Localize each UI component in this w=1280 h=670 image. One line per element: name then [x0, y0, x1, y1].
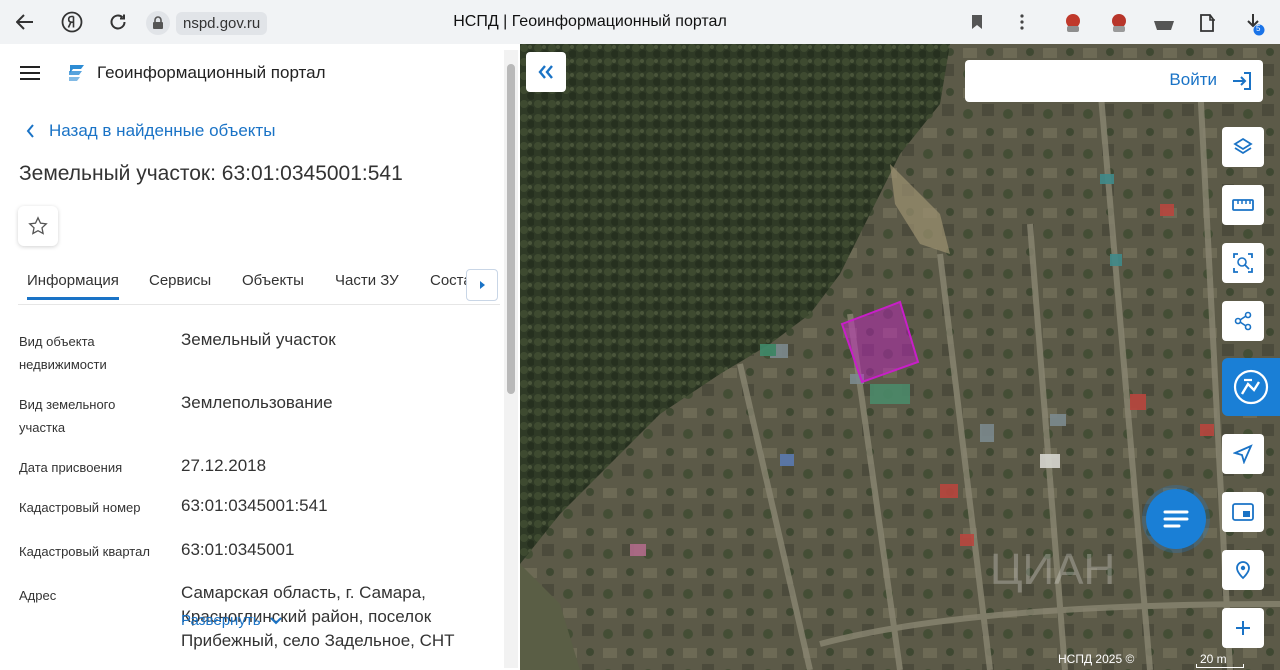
row-label-assigned-date: Дата присвоения: [19, 460, 123, 475]
share-icon: [1234, 311, 1252, 331]
app-title[interactable]: Геоинформационный портал: [97, 63, 326, 83]
plus-icon: [1236, 621, 1250, 635]
layers-icon: [1233, 137, 1253, 155]
tab-parts[interactable]: Части ЗУ: [335, 272, 399, 289]
lock-icon: [146, 11, 170, 35]
navigation-arrow-icon: [1233, 444, 1253, 464]
expand-link[interactable]: Развернуть: [181, 612, 282, 629]
chevron-down-icon: [269, 617, 282, 625]
tab-information[interactable]: Информация: [27, 272, 119, 300]
map-copyright[interactable]: НСПД 2025 ©: [1058, 652, 1134, 666]
login-button-label[interactable]: Войти: [1169, 70, 1217, 90]
extension-icon[interactable]: [1153, 12, 1175, 34]
yandex-icon[interactable]: [59, 9, 85, 35]
row-label-cadastral-number: Кадастровый номер: [19, 500, 141, 515]
downloads-badge: 5: [1256, 24, 1261, 33]
collapse-panel-button[interactable]: [526, 52, 566, 92]
login-icon[interactable]: [1231, 70, 1253, 92]
map-scale-bar: [1196, 664, 1244, 668]
download-icon[interactable]: 5: [1244, 12, 1266, 36]
menu-icon[interactable]: [20, 66, 40, 80]
tabs-scroll-right-button[interactable]: [466, 269, 498, 301]
area-select-button[interactable]: [1222, 243, 1264, 283]
browser-toolbar: nspd.gov.ru НСПД | Геоинформационный пор…: [0, 0, 1280, 45]
star-icon: [28, 216, 48, 235]
svg-text:ЦИАН: ЦИАН: [990, 545, 1115, 594]
back-arrow-icon[interactable]: [12, 9, 38, 35]
zoom-in-button[interactable]: [1222, 608, 1264, 648]
info-panel: Геоинформационный портал Назад в найденн…: [0, 44, 520, 670]
row-value-cadastral-quarter: 63:01:0345001: [181, 540, 295, 559]
minimap-icon: [1232, 503, 1254, 521]
back-link-label: Назад в найденные объекты: [49, 121, 276, 140]
row-label-object-type: Вид объекта недвижимости: [19, 334, 107, 372]
picture-in-picture-button[interactable]: [1222, 492, 1264, 532]
url-domain[interactable]: nspd.gov.ru: [176, 11, 268, 35]
extension-icon[interactable]: [1198, 12, 1220, 34]
extension-icon[interactable]: [1108, 12, 1130, 34]
row-value-land-type: Землепользование: [181, 393, 333, 412]
back-to-results-link[interactable]: Назад в найденные объекты: [26, 121, 275, 141]
address-bar[interactable]: nspd.gov.ru: [146, 10, 268, 36]
share-button[interactable]: [1222, 301, 1264, 341]
scrollbar-thumb[interactable]: [507, 64, 515, 394]
chat-menu-icon: [1163, 510, 1189, 528]
portal-logo-icon[interactable]: [66, 63, 88, 83]
layers-button[interactable]: [1222, 127, 1264, 167]
extension-icon[interactable]: [1062, 12, 1084, 34]
tab-bar: Информация Сервисы Объекты Части ЗУ Сост…: [18, 266, 500, 305]
row-label-cadastral-quarter: Кадастровый квартал: [19, 544, 150, 559]
locate-me-button[interactable]: [1222, 434, 1264, 474]
row-value-cadastral-number: 63:01:0345001:541: [181, 496, 328, 515]
satellite-map[interactable]: ЦИАН: [520, 44, 1280, 670]
tab-objects[interactable]: Объекты: [242, 272, 304, 289]
object-title: Земельный участок: 63:01:0345001:541: [19, 162, 403, 185]
expand-label: Развернуть: [181, 612, 261, 629]
chevron-left-icon: [26, 124, 34, 138]
place-search-button[interactable]: [1222, 550, 1264, 590]
basemap-button[interactable]: [1222, 358, 1280, 416]
ruler-icon: [1232, 199, 1254, 211]
ruler-button[interactable]: [1222, 185, 1264, 225]
row-value-assigned-date: 27.12.2018: [181, 456, 267, 475]
tab-services[interactable]: Сервисы: [149, 272, 211, 289]
more-options-icon[interactable]: [1009, 9, 1035, 35]
caret-right-icon: [480, 281, 485, 289]
location-search-icon: [1236, 561, 1250, 580]
bookmark-icon[interactable]: [964, 9, 990, 35]
browser-page-title: НСПД | Геоинформационный портал: [453, 13, 727, 30]
favorite-button[interactable]: [18, 206, 58, 246]
chat-button[interactable]: [1146, 489, 1206, 549]
panel-scrollbar[interactable]: [504, 50, 518, 668]
row-label-address: Адрес: [19, 588, 57, 603]
login-panel[interactable]: Войти: [965, 60, 1263, 102]
basemap-icon: [1233, 369, 1269, 405]
map-imagery: ЦИАН: [520, 44, 1280, 670]
row-value-object-type: Земельный участок: [181, 330, 336, 349]
double-chevron-left-icon: [538, 65, 553, 79]
row-label-land-type: Вид земельного участка: [19, 397, 116, 435]
select-area-icon: [1233, 253, 1253, 273]
reload-icon[interactable]: [105, 9, 131, 35]
